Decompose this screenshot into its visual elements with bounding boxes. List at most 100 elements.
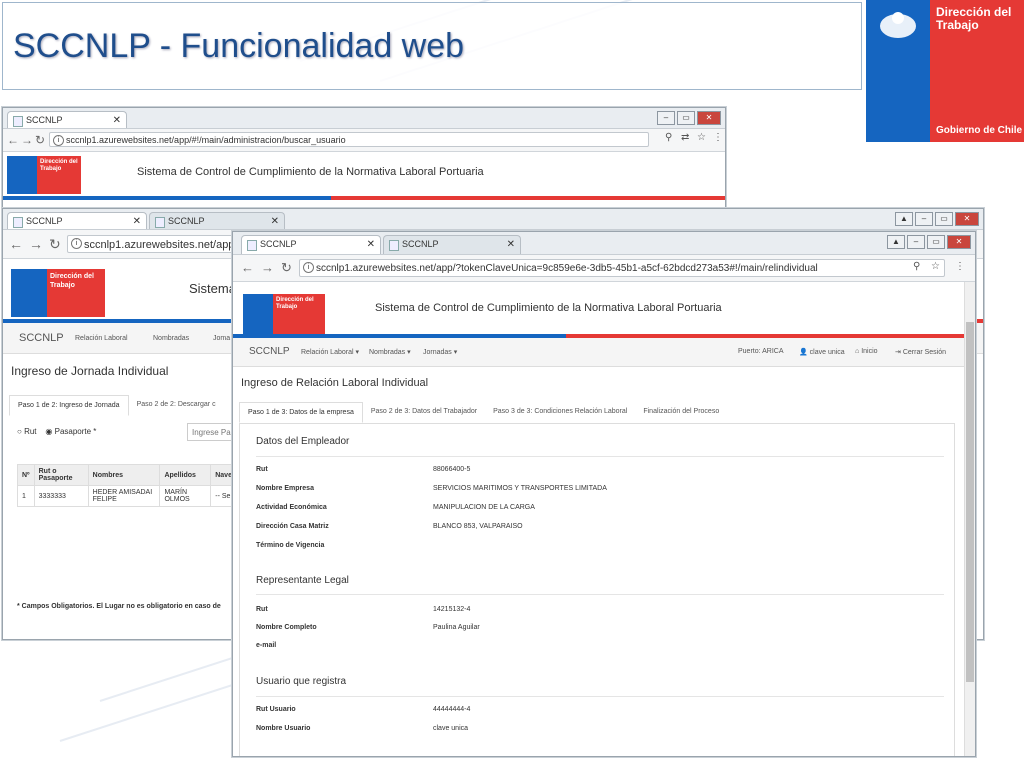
field-label: Rut Usuario <box>256 706 296 713</box>
star-icon[interactable]: ☆ <box>697 132 706 143</box>
forward-icon[interactable]: → <box>21 133 33 147</box>
menu-icon[interactable]: ⋮ <box>955 261 965 272</box>
puerto-label: Puerto: ARICA <box>738 348 784 355</box>
menu-icon[interactable]: ⋮ <box>713 132 723 143</box>
browser-tab-2[interactable]: SCCNLP ✕ <box>149 212 285 229</box>
nav-jornadas[interactable]: Joma <box>213 335 230 342</box>
nav-relacion-laboral[interactable]: Relación Laboral <box>75 335 128 342</box>
cell-apellidos: MARÍN OLMOS <box>159 485 212 507</box>
zoom-icon[interactable]: ⚲ <box>665 132 672 143</box>
nav-nombradas[interactable]: Nombradas <box>153 335 189 342</box>
info-icon[interactable]: i <box>71 238 82 249</box>
minimize-icon[interactable]: – <box>907 235 925 249</box>
cell-nombres: HEDER AMISADAI FELIPE <box>87 485 161 507</box>
reload-icon[interactable]: ↻ <box>49 236 61 253</box>
field-label: Actividad Económica <box>256 504 327 511</box>
brand-blue-block <box>866 0 930 142</box>
maximize-icon[interactable]: ▭ <box>927 235 945 249</box>
browser-window-front: SCCNLP ✕ SCCNLP ✕ ▲ – ▭ ✕ ← → ↻ i sccnlp… <box>232 231 976 757</box>
nav-nombradas[interactable]: Nombradas ▾ <box>369 348 411 356</box>
share-icon[interactable]: ⇄ <box>681 132 689 143</box>
close-tab-icon[interactable]: ✕ <box>367 236 375 253</box>
user-icon[interactable]: ▲ <box>895 212 913 226</box>
close-tab-icon[interactable]: ✕ <box>507 236 515 253</box>
tab-label: SCCNLP <box>26 115 63 125</box>
tab-paso-2[interactable]: Paso 2 de 3: Datos del Trabajador <box>363 402 485 423</box>
close-tab-icon[interactable]: ✕ <box>133 213 141 230</box>
star-icon[interactable]: ☆ <box>931 261 940 272</box>
app-logo: Dirección del Trabajo <box>11 269 105 317</box>
col-numero: Nº <box>17 464 35 486</box>
navbar-brand[interactable]: SCCNLP <box>249 346 290 357</box>
table-row: 1 3333333 HEDER AMISADAI FELIPE MARÍN OL… <box>17 485 237 507</box>
brand-logo: Dirección del Trabajo Gobierno de Chile <box>866 0 1024 142</box>
close-tab-icon[interactable]: ✕ <box>113 112 121 129</box>
field-value: MANIPULACION DE LA CARGA <box>433 504 535 511</box>
section-representante: Representante Legal <box>256 575 349 586</box>
forward-icon[interactable]: → <box>29 236 43 252</box>
user-label: clave unica <box>809 349 845 356</box>
zoom-icon[interactable]: ⚲ <box>913 261 920 272</box>
field-label: Nombre Usuario <box>256 725 311 732</box>
brand-name: Dirección del Trabajo <box>936 6 1011 32</box>
browser-tab[interactable]: SCCNLP ✕ <box>7 111 127 128</box>
cell-numero: 1 <box>17 485 35 507</box>
app-logo-text: Dirección del Trabajo <box>37 156 81 194</box>
tab-paso-2[interactable]: Paso 2 de 2: Descargar c <box>129 395 224 416</box>
user-icon[interactable]: ▲ <box>887 235 905 249</box>
back-icon[interactable]: ← <box>241 260 254 275</box>
close-window-icon[interactable]: ✕ <box>947 235 971 249</box>
page-icon <box>13 116 23 127</box>
url-field[interactable]: i sccnlp1.azurewebsites.net/app/?tokenCl… <box>299 259 945 277</box>
inicio-link[interactable]: ⌂ Inicio <box>855 348 878 355</box>
browser-tab-1[interactable]: SCCNLP ✕ <box>241 235 381 254</box>
maximize-icon[interactable]: ▭ <box>677 111 695 125</box>
back-icon[interactable]: ← <box>7 133 19 147</box>
browser-tab-2[interactable]: SCCNLP ✕ <box>383 235 521 254</box>
info-icon[interactable]: i <box>53 135 64 146</box>
nav-jornadas-label: Jornadas <box>423 349 452 356</box>
minimize-icon[interactable]: – <box>657 111 675 125</box>
address-bar-row: ← → ↻ i sccnlp1.azurewebsites.net/app/?t… <box>233 255 975 282</box>
close-window-icon[interactable]: ✕ <box>697 111 721 125</box>
tab-label: SCCNLP <box>402 239 439 249</box>
workers-table: Nº Rut o Pasaporte Nombres Apellidos Nav… <box>17 464 237 507</box>
url-field[interactable]: i sccnlp1.azurewebsites.net/app/#!/main/… <box>49 132 649 147</box>
info-icon[interactable]: i <box>303 262 314 273</box>
field-label: Dirección Casa Matriz <box>256 523 329 530</box>
page-heading: Ingreso de Relación Laboral Individual <box>241 377 429 389</box>
col-rut: Rut o Pasaporte <box>33 464 89 486</box>
reload-icon[interactable]: ↻ <box>35 133 45 147</box>
maximize-icon[interactable]: ▭ <box>935 212 953 226</box>
tab-finalizacion[interactable]: Finalización del Proceso <box>635 402 727 423</box>
app-logo-text: Dirección del Trabajo <box>47 269 105 317</box>
vertical-scrollbar[interactable] <box>964 282 975 756</box>
tab-paso-1[interactable]: Paso 1 de 3: Datos de la empresa <box>239 402 363 423</box>
home-icon: ⌂ <box>855 348 860 355</box>
divider <box>256 696 944 697</box>
window-controls: ▲ – ▭ ✕ <box>895 212 979 226</box>
close-tab-icon[interactable]: ✕ <box>271 213 279 230</box>
section-usuario: Usuario que registra <box>256 676 347 687</box>
back-icon[interactable]: ← <box>9 236 23 252</box>
user-menu[interactable]: 👤 clave unica <box>799 348 845 356</box>
tab-paso-3[interactable]: Paso 3 de 3: Condiciones Relación Labora… <box>485 402 635 423</box>
browser-tab-1[interactable]: SCCNLP ✕ <box>7 212 147 229</box>
radio-rut[interactable]: ○ Rut <box>17 427 37 436</box>
main-navbar: SCCNLP Relación Laboral ▾ Nombradas ▾ Jo… <box>233 338 965 367</box>
field-value: 88066400-5 <box>433 466 471 473</box>
navbar-brand[interactable]: SCCNLP <box>19 332 64 344</box>
nav-jornadas[interactable]: Jornadas ▾ <box>423 348 457 356</box>
nav-relacion-laboral[interactable]: Relación Laboral ▾ <box>301 348 359 356</box>
tab-paso-1[interactable]: Paso 1 de 2: Ingreso de Jornada <box>9 395 129 416</box>
forward-icon[interactable]: → <box>261 260 274 275</box>
reload-icon[interactable]: ↻ <box>281 260 292 276</box>
page-heading: Ingreso de Jornada Individual <box>11 364 169 378</box>
scrollbar-thumb[interactable] <box>966 322 974 682</box>
minimize-icon[interactable]: – <box>915 212 933 226</box>
brand-name-line2: Trabajo <box>936 18 979 32</box>
radio-pasaporte[interactable]: ◉ Pasaporte * <box>45 427 96 436</box>
cerrar-sesion-link[interactable]: ⇥ Cerrar Sesión <box>895 348 946 356</box>
app-header: Dirección del Trabajo Sistema de Control… <box>233 282 965 334</box>
close-window-icon[interactable]: ✕ <box>955 212 979 226</box>
